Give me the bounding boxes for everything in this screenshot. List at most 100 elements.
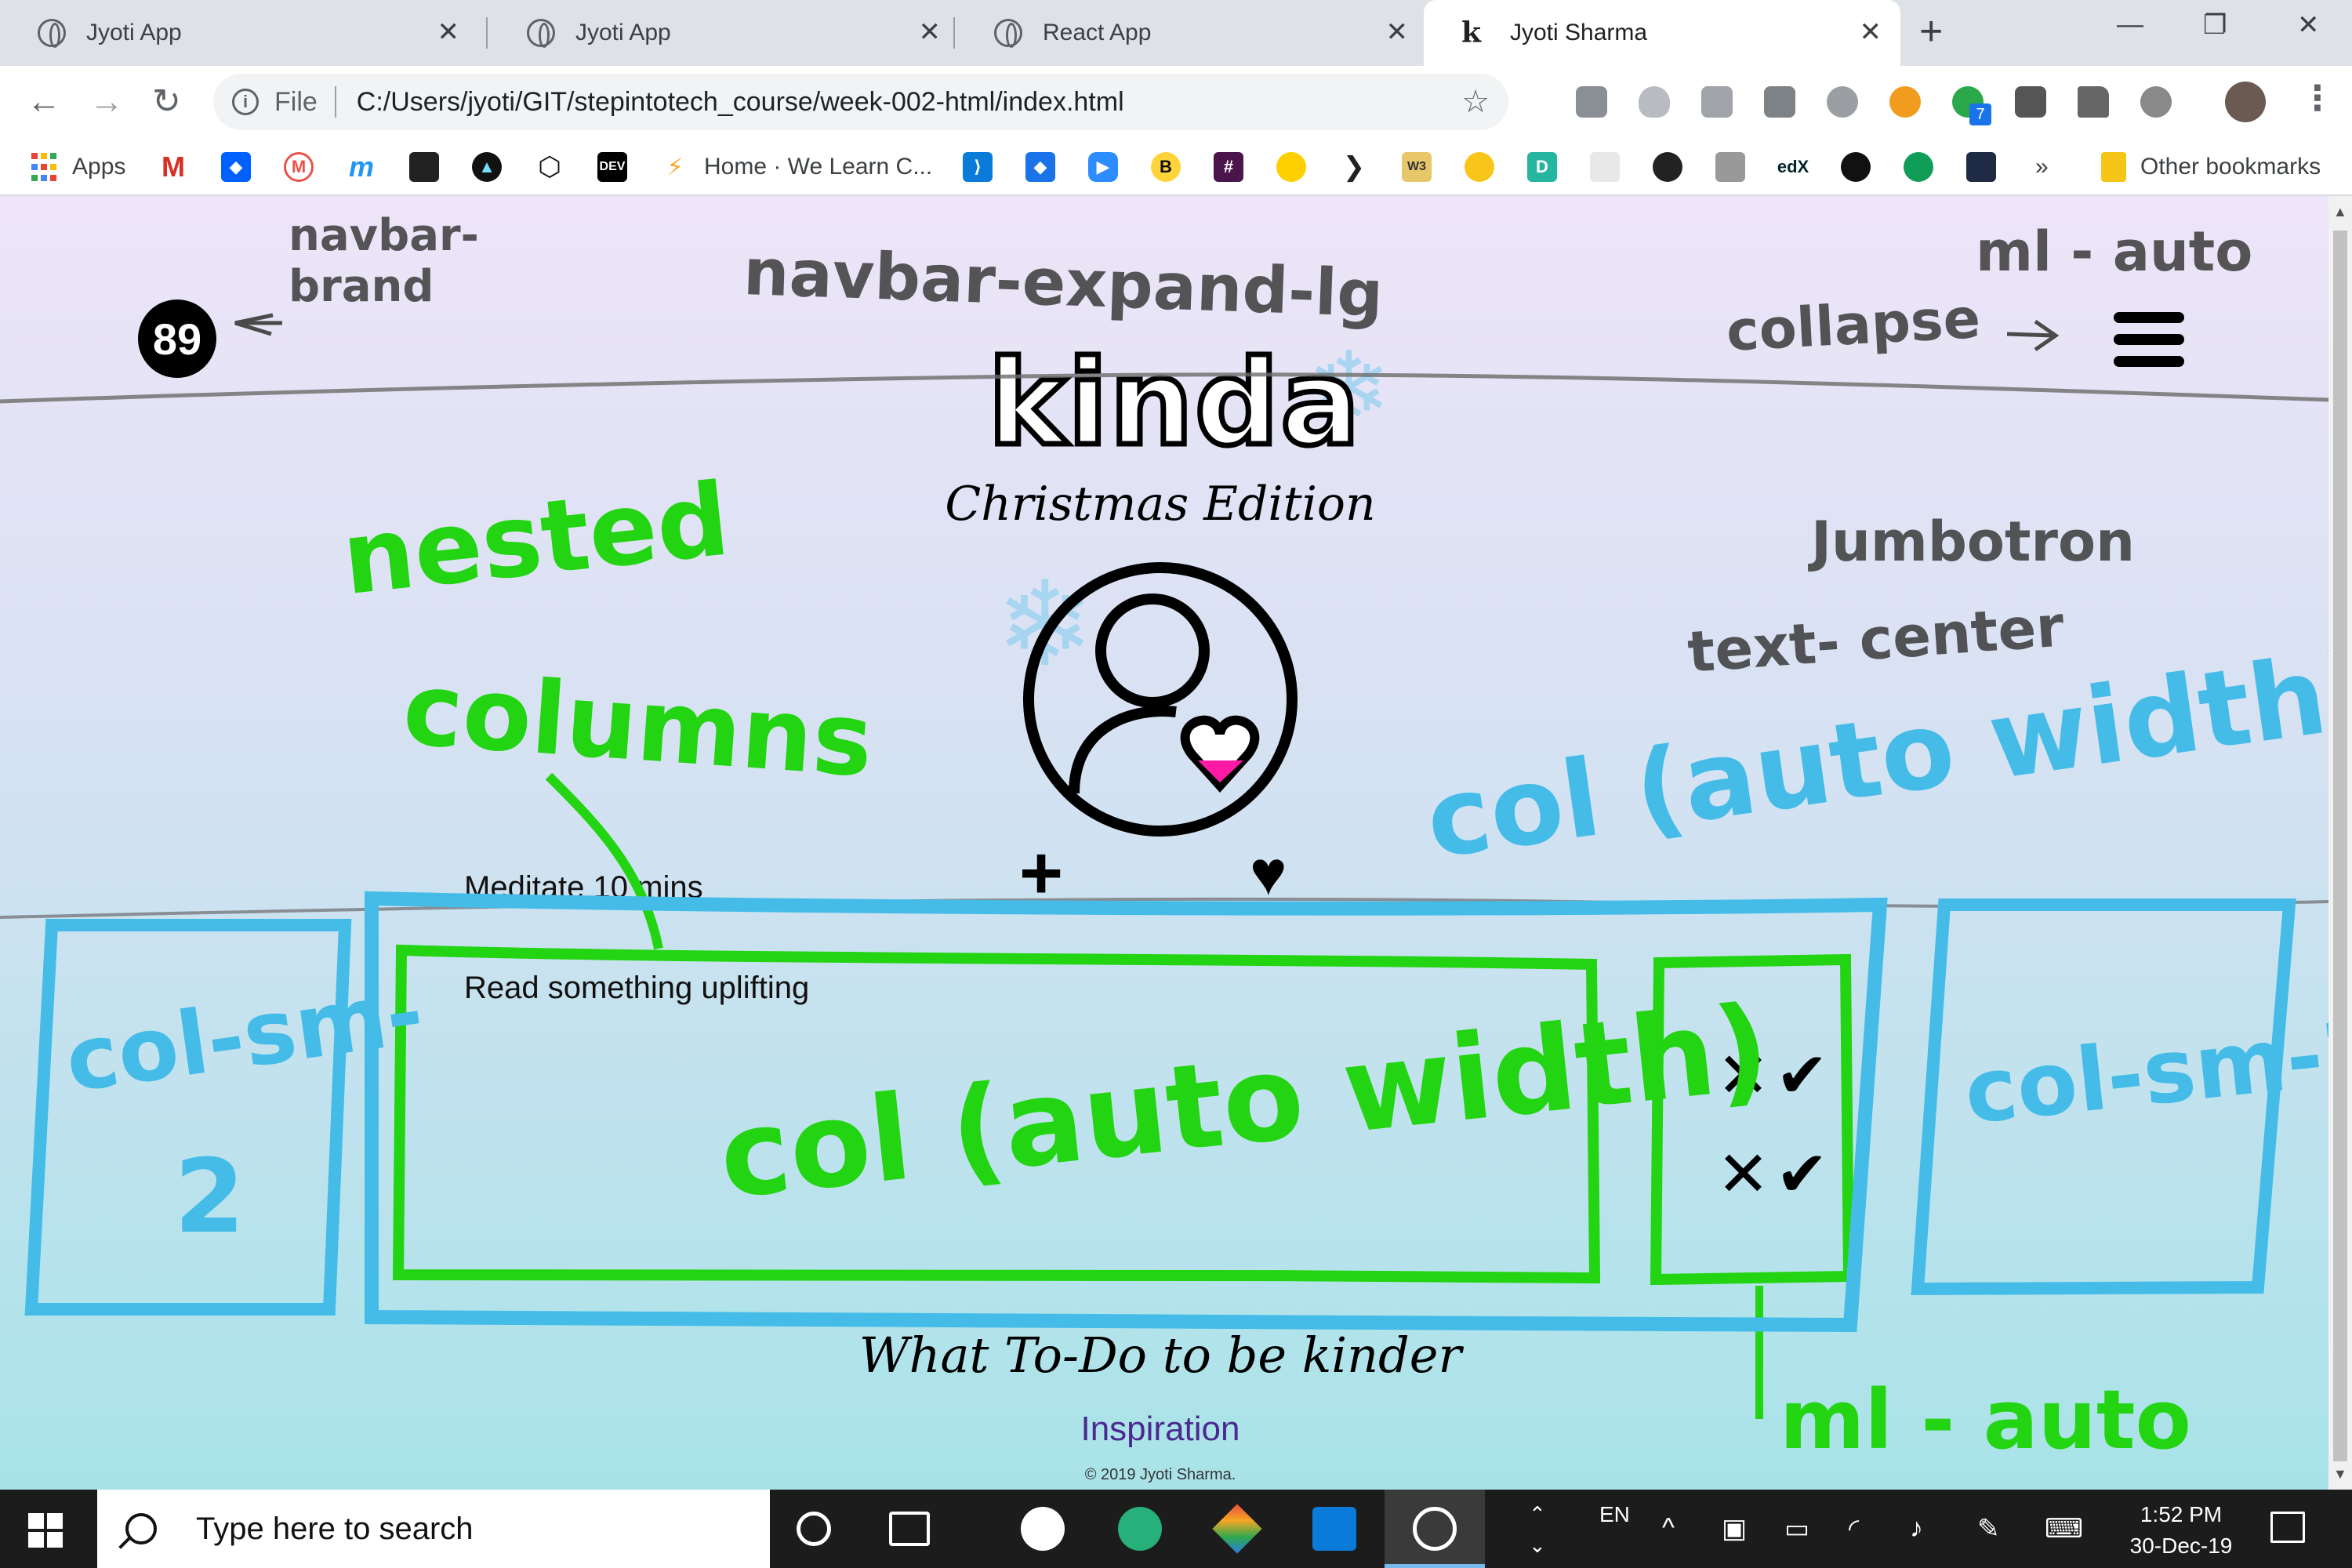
face-bookmark[interactable]	[1653, 151, 1682, 183]
screenshot-extension-icon[interactable]	[1764, 86, 1795, 118]
battery-icon[interactable]: ▭	[1784, 1513, 1809, 1544]
tab-separator	[486, 17, 488, 49]
volume-icon[interactable]: ♪	[1910, 1513, 1923, 1544]
firebase-bookmark[interactable]	[1966, 151, 1996, 183]
other-bookmarks[interactable]: Other bookmarks	[2101, 151, 2321, 183]
browser-tab[interactable]: React App ✕	[956, 0, 1427, 66]
page-scrollbar[interactable]: ▲ ▼	[2328, 196, 2352, 1490]
browser-toolbar: ← → ↻ i File C:/Users/jyoti/GIT/stepinto…	[0, 66, 2352, 138]
close-window-icon[interactable]: ✕	[2297, 9, 2320, 41]
shield-extension-icon[interactable]	[1639, 86, 1670, 118]
bug-extension-icon[interactable]	[2140, 86, 2172, 118]
tray-expand-up-icon[interactable]: ⌃	[1529, 1502, 1546, 1526]
show-hidden-icons[interactable]: ^	[1662, 1513, 1675, 1544]
close-tab-icon[interactable]: ✕	[1860, 19, 1882, 45]
scrollbar-thumb[interactable]	[2333, 230, 2347, 1461]
address-bar[interactable]: i File C:/Users/jyoti/GIT/stepintotech_c…	[213, 74, 1508, 130]
close-tab-icon[interactable]: ✕	[437, 19, 460, 45]
edx-bookmark[interactable]: edX	[1777, 151, 1809, 183]
vscode-bookmark[interactable]: ⟩	[963, 151, 993, 183]
scroll-down-icon[interactable]: ▼	[2333, 1466, 2347, 1483]
taskbar-search-box[interactable]: Type here to search	[97, 1490, 770, 1568]
duck-bookmark[interactable]	[1276, 151, 1306, 183]
back-icon[interactable]: ←	[27, 80, 61, 124]
url-text[interactable]: C:/Users/jyoti/GIT/stepintotech_course/w…	[357, 87, 1124, 118]
info-icon[interactable]: i	[232, 89, 259, 115]
todo-status-marks[interactable]: ✕✔	[1717, 1143, 1835, 1206]
pdf-extension-icon[interactable]	[1701, 86, 1733, 118]
browser-tab[interactable]: Jyoti App ✕	[489, 0, 960, 66]
menu-kebab-icon[interactable]: ⋮	[2300, 78, 2335, 118]
keyboard-icon[interactable]: ⌨	[2045, 1513, 2083, 1544]
gitkraken-taskbar-icon[interactable]	[1212, 1504, 1262, 1554]
slack-bookmark[interactable]: #	[1214, 151, 1243, 183]
taskbar-clock[interactable]: 1:52 PM 30-Dec-19	[2126, 1499, 2236, 1562]
telegram-taskbar-icon[interactable]	[1118, 1507, 1162, 1551]
wifi-icon[interactable]: ◜	[1849, 1513, 1859, 1544]
doc-bookmark[interactable]	[409, 151, 439, 183]
tray-expand-down-icon[interactable]: ⌄	[1529, 1534, 1546, 1558]
github-bookmark[interactable]	[1841, 151, 1871, 183]
blank-bookmark[interactable]	[1590, 151, 1620, 183]
web-page: 89 ❄ kinda Christmas Edition ❄ + ♥ Medit…	[0, 196, 2328, 1490]
b-icon: B	[1151, 152, 1181, 182]
dropbox-bookmark[interactable]: ◆	[221, 151, 251, 183]
news-bookmark[interactable]	[1715, 151, 1745, 183]
close-tab-icon[interactable]: ✕	[919, 19, 942, 45]
pen-icon[interactable]: ✎	[1977, 1513, 2000, 1544]
more-bookmarks[interactable]: »	[2035, 151, 2049, 183]
task-view-icon[interactable]	[889, 1512, 930, 1546]
vscode-taskbar-icon[interactable]	[1312, 1507, 1356, 1551]
navbar-brand-badge[interactable]: 89	[138, 299, 216, 378]
profile-avatar[interactable]	[2225, 82, 2266, 122]
bookmark-apps[interactable]: Apps	[30, 151, 125, 183]
language-indicator[interactable]: EN	[1599, 1502, 1630, 1527]
d-bookmark[interactable]: D	[1527, 151, 1557, 183]
minimize-icon[interactable]: —	[2117, 9, 2143, 40]
bulb-extension-icon[interactable]	[2015, 86, 2046, 118]
dev-bookmark[interactable]: DEV	[597, 151, 627, 183]
cube-extension-icon[interactable]	[1576, 86, 1607, 118]
hamburger-menu-icon[interactable]	[2114, 312, 2184, 367]
close-tab-icon[interactable]: ✕	[1386, 19, 1409, 45]
jumbotron-subtitle: Christmas Edition	[945, 477, 1376, 532]
notification-icon[interactable]	[2270, 1512, 2305, 1543]
browser-tab-active[interactable]: k Jyoti Sharma ✕	[1424, 0, 1900, 66]
codepen-bookmark[interactable]: ⬡	[535, 151, 564, 183]
globe-icon	[527, 19, 555, 48]
reload-icon[interactable]: ↻	[152, 80, 181, 124]
restore-icon[interactable]: ❐	[2203, 9, 2227, 41]
b-bookmark[interactable]: B	[1151, 151, 1181, 183]
face-icon	[1653, 152, 1682, 182]
document-extension-icon[interactable]	[2078, 86, 2109, 118]
windows-start-icon[interactable]	[28, 1513, 63, 1548]
arrow-bookmark[interactable]: ❯	[1339, 151, 1369, 183]
bookmark-home[interactable]: ⚡ Home · We Learn C...	[660, 151, 932, 183]
browser-tab[interactable]: Jyoti App ✕	[0, 0, 478, 66]
scroll-up-icon[interactable]: ▲	[2333, 204, 2347, 220]
inspiration-link[interactable]: Inspiration	[988, 1410, 1333, 1449]
new-tab-icon[interactable]: +	[1919, 11, 1943, 52]
bookmark-star-icon[interactable]: ☆	[1461, 84, 1490, 120]
add-todo-button[interactable]: +	[1019, 836, 1063, 911]
chrome-taskbar-icon[interactable]	[1413, 1507, 1457, 1551]
medium-bookmark[interactable]: M	[284, 151, 314, 183]
annotation-text-center: text- center	[1686, 593, 2067, 685]
heart-icon[interactable]: ♥	[1250, 842, 1287, 905]
bulb-bookmark[interactable]	[1465, 151, 1494, 183]
key-extension-icon[interactable]	[1889, 86, 1921, 118]
monitor-icon[interactable]: ▣	[1722, 1513, 1747, 1544]
stack-bookmark[interactable]: ◆	[1025, 151, 1055, 183]
cortana-icon[interactable]	[797, 1512, 831, 1546]
kinda-favicon-icon: k	[1461, 16, 1481, 49]
stack-icon: ◆	[1025, 152, 1055, 182]
gmail-bookmark[interactable]: M	[158, 151, 188, 183]
forward-icon[interactable]: →	[89, 80, 124, 124]
w3-bookmark[interactable]: W3	[1402, 151, 1432, 183]
zoom-bookmark[interactable]: ▶	[1088, 151, 1118, 183]
triangle-bookmark[interactable]: ▲	[472, 151, 502, 183]
m-bookmark[interactable]: m	[347, 151, 376, 183]
slack-taskbar-icon[interactable]	[1021, 1507, 1065, 1551]
chat-bookmark[interactable]	[1904, 151, 1933, 183]
gear-extension-icon[interactable]	[1827, 86, 1858, 118]
